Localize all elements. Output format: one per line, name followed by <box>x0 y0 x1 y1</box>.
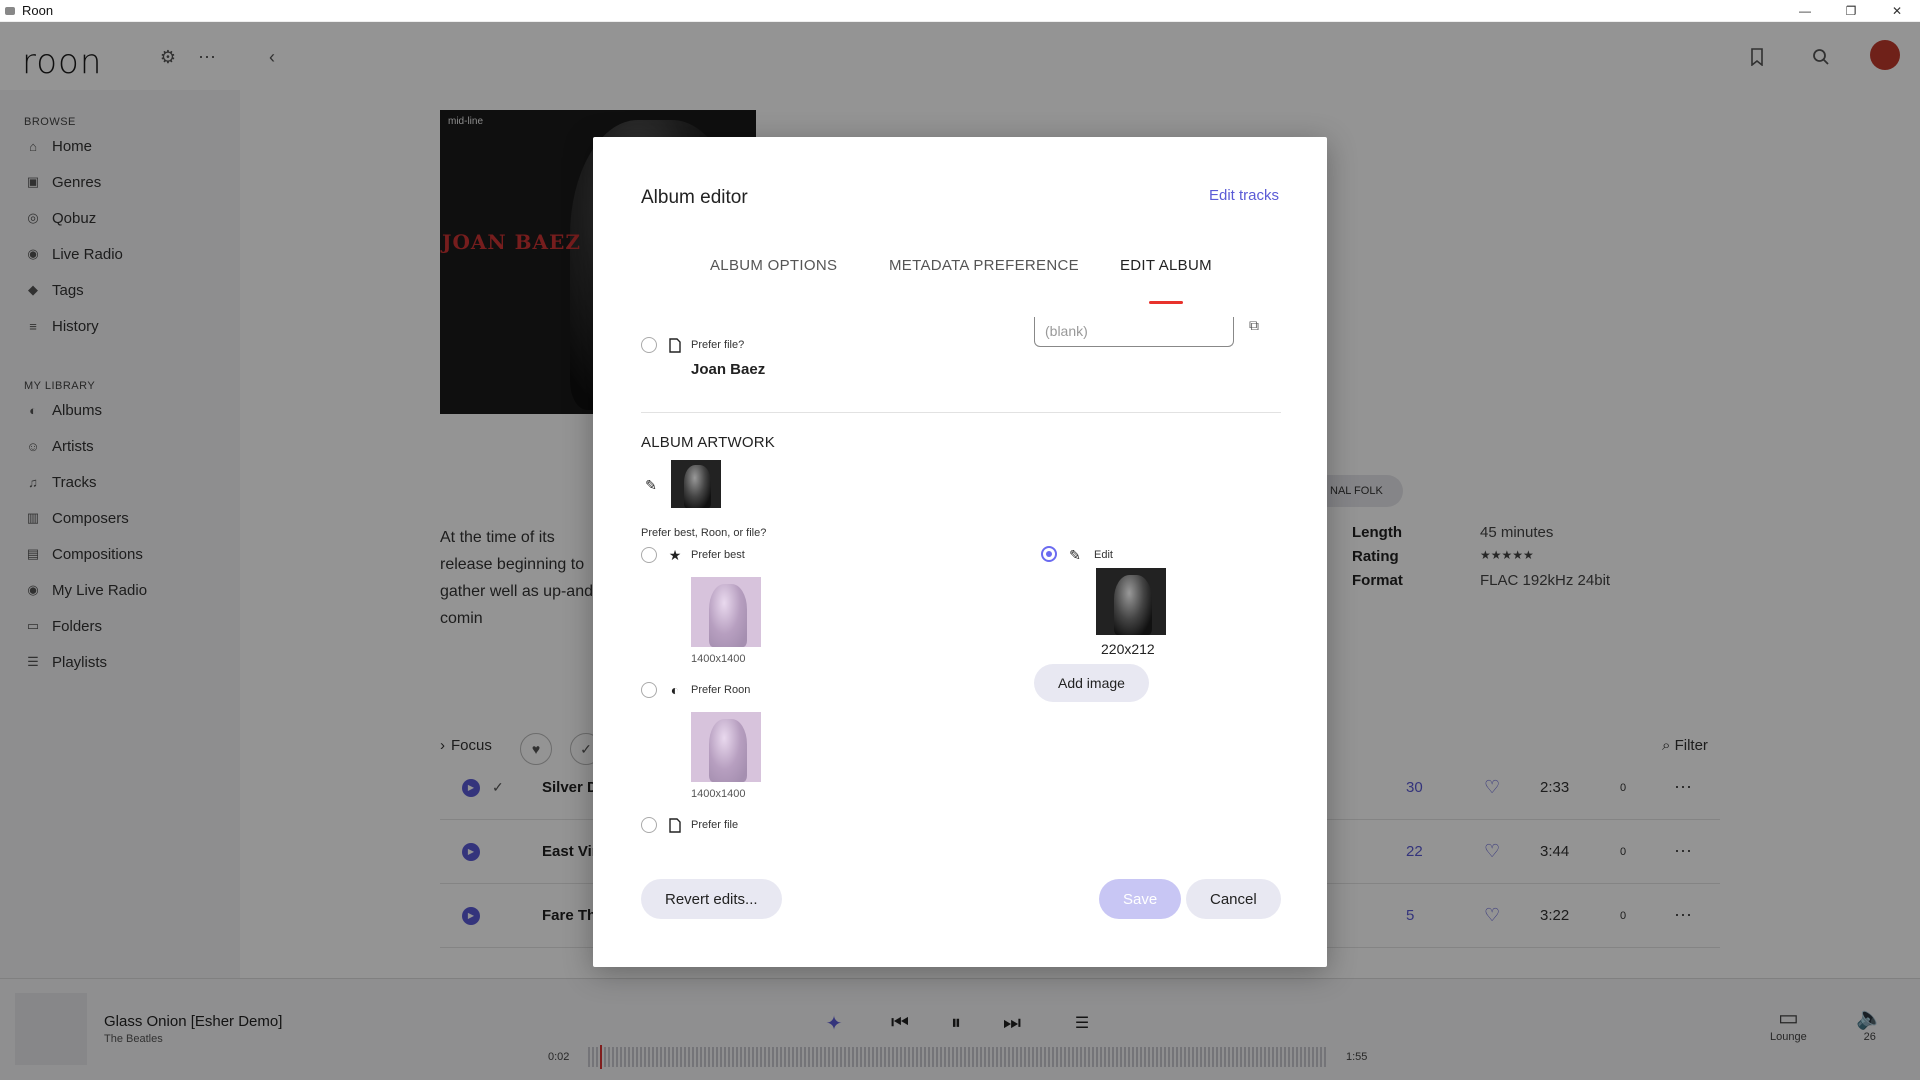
best-artwork-size: 1400x1400 <box>691 653 746 665</box>
edited-artwork-size: 220x212 <box>1101 641 1155 657</box>
current-artwork-thumbnail[interactable] <box>671 460 721 508</box>
tab-edit-album[interactable]: EDIT ALBUM <box>1120 257 1212 274</box>
file-icon <box>667 337 683 353</box>
dialog-title: Album editor <box>641 187 748 208</box>
edit-artwork-radio[interactable] <box>1041 546 1057 562</box>
prefer-best-label: Prefer best <box>691 549 745 561</box>
artwork-preference-question: Prefer best, Roon, or file? <box>641 527 767 539</box>
save-button[interactable]: Save <box>1099 879 1182 919</box>
close-button[interactable]: ✕ <box>1874 0 1920 22</box>
prefer-file-label: Prefer file? <box>691 339 745 351</box>
prefer-best-radio[interactable] <box>641 547 657 563</box>
roon-app-icon <box>5 6 15 15</box>
active-tab-indicator <box>1149 301 1183 304</box>
edited-artwork-thumbnail <box>1096 568 1166 635</box>
prefer-file-artwork-label: Prefer file <box>691 819 739 831</box>
tab-metadata-preference[interactable]: METADATA PREFERENCE <box>889 257 1079 274</box>
artist-file-value: Joan Baez <box>691 361 766 378</box>
star-icon: ★ <box>668 546 682 563</box>
window-title: Roon <box>22 3 54 18</box>
minimize-button[interactable]: — <box>1782 0 1828 22</box>
prefer-file-artwork-radio[interactable] <box>641 817 657 833</box>
pencil-icon[interactable]: ✎ <box>643 477 659 493</box>
tab-bar: ALBUM OPTIONS METADATA PREFERENCE EDIT A… <box>593 257 1327 297</box>
album-artwork-heading: ALBUM ARTWORK <box>641 434 776 451</box>
edit-album-scroll-area[interactable]: (blank) ⧉ Prefer file? Joan Baez ALBUM A… <box>641 317 1281 847</box>
roon-artwork-thumbnail <box>691 712 761 782</box>
cancel-button[interactable]: Cancel <box>1186 879 1281 919</box>
window-titlebar: Roon — ❐ ✕ <box>0 0 1920 22</box>
divider <box>641 412 1281 413</box>
edit-artwork-label: Edit <box>1094 549 1113 561</box>
prefer-roon-radio[interactable] <box>641 682 657 698</box>
prefer-file-radio[interactable] <box>641 337 657 353</box>
prefer-roon-label: Prefer Roon <box>691 684 751 696</box>
copy-icon[interactable]: ⧉ <box>1246 317 1262 333</box>
best-artwork-thumbnail <box>691 577 761 647</box>
tab-album-options[interactable]: ALBUM OPTIONS <box>710 257 837 274</box>
album-editor-dialog: Album editor Edit tracks ALBUM OPTIONS M… <box>593 137 1327 967</box>
artist-edit-field[interactable]: (blank) <box>1034 317 1234 347</box>
pencil-icon: ✎ <box>1069 546 1081 563</box>
window-controls: — ❐ ✕ <box>1782 0 1920 22</box>
roon-artwork-size: 1400x1400 <box>691 788 746 800</box>
roon-icon: ◐ <box>670 682 680 698</box>
edit-tracks-link[interactable]: Edit tracks <box>1209 187 1279 204</box>
revert-edits-button[interactable]: Revert edits... <box>641 879 782 919</box>
maximize-button[interactable]: ❐ <box>1828 0 1874 22</box>
add-image-button[interactable]: Add image <box>1034 664 1149 702</box>
file-icon <box>667 817 683 833</box>
